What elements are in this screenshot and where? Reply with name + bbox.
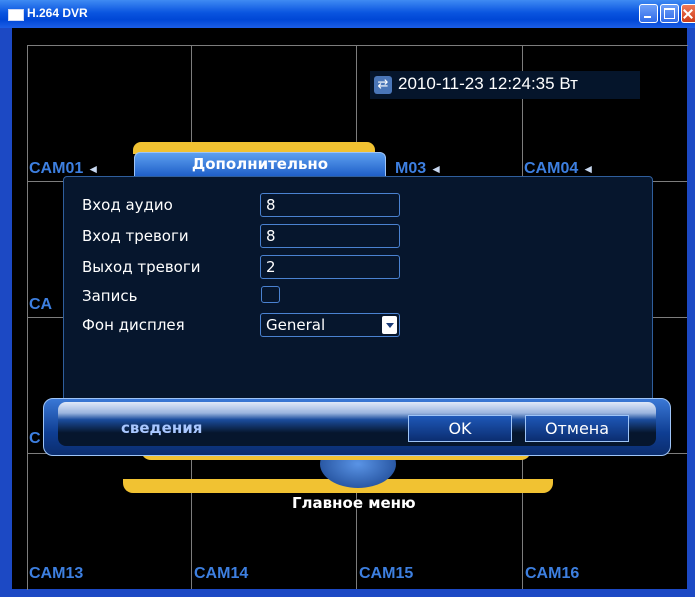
dialog-title: Дополнительно — [191, 155, 329, 173]
alarm-input-label: Вход тревоги — [82, 227, 189, 245]
window-frame-right — [687, 28, 695, 597]
title-bar[interactable]: H.264 DVR — [0, 0, 695, 28]
display-background-select[interactable]: General — [260, 313, 400, 337]
dialog-title-tab: Дополнительно — [134, 152, 386, 177]
refresh-icon: ⇄ — [374, 76, 392, 94]
display-background-label: Фон дисплея — [82, 316, 185, 334]
camera-label-cam14: CAM14 — [194, 565, 249, 582]
camera-label-cam09: C — [29, 430, 41, 447]
maximize-button[interactable] — [660, 4, 679, 23]
cancel-button[interactable]: Отмена — [525, 415, 629, 442]
camera-label-cam16: CAM16 — [525, 565, 580, 582]
camera-label-cam15: CAM15 — [359, 565, 414, 582]
window-frame-bottom — [0, 589, 695, 597]
speaker-icon: ◄ — [582, 162, 595, 176]
ok-button[interactable]: OK — [408, 415, 512, 442]
window-frame-left — [0, 28, 12, 597]
alarm-output-label: Выход тревоги — [82, 258, 201, 276]
main-menu-label: Главное меню — [292, 494, 416, 512]
datetime-overlay: ⇄ 2010-11-23 12:24:35 Вт — [370, 71, 640, 99]
record-label: Запись — [82, 287, 138, 305]
alarm-output-field[interactable]: 2 — [260, 255, 400, 279]
datetime-text: 2010-11-23 12:24:35 Вт — [398, 74, 578, 93]
record-checkbox[interactable] — [261, 286, 280, 303]
camera-label-cam13: CAM13 — [29, 565, 84, 582]
close-button[interactable] — [681, 4, 695, 23]
minimize-button[interactable] — [639, 4, 658, 23]
info-label[interactable]: сведения — [121, 419, 202, 437]
speaker-icon: ◄ — [430, 162, 443, 176]
speaker-icon: ◄ — [87, 162, 100, 176]
app-icon — [8, 9, 24, 21]
audio-input-label: Вход аудио — [82, 196, 173, 214]
window-title: H.264 DVR — [27, 6, 88, 20]
audio-input-field[interactable]: 8 — [260, 193, 400, 217]
chevron-down-icon[interactable] — [382, 316, 397, 334]
alarm-input-field[interactable]: 8 — [260, 224, 400, 248]
camera-label-cam05: CA — [29, 296, 53, 313]
